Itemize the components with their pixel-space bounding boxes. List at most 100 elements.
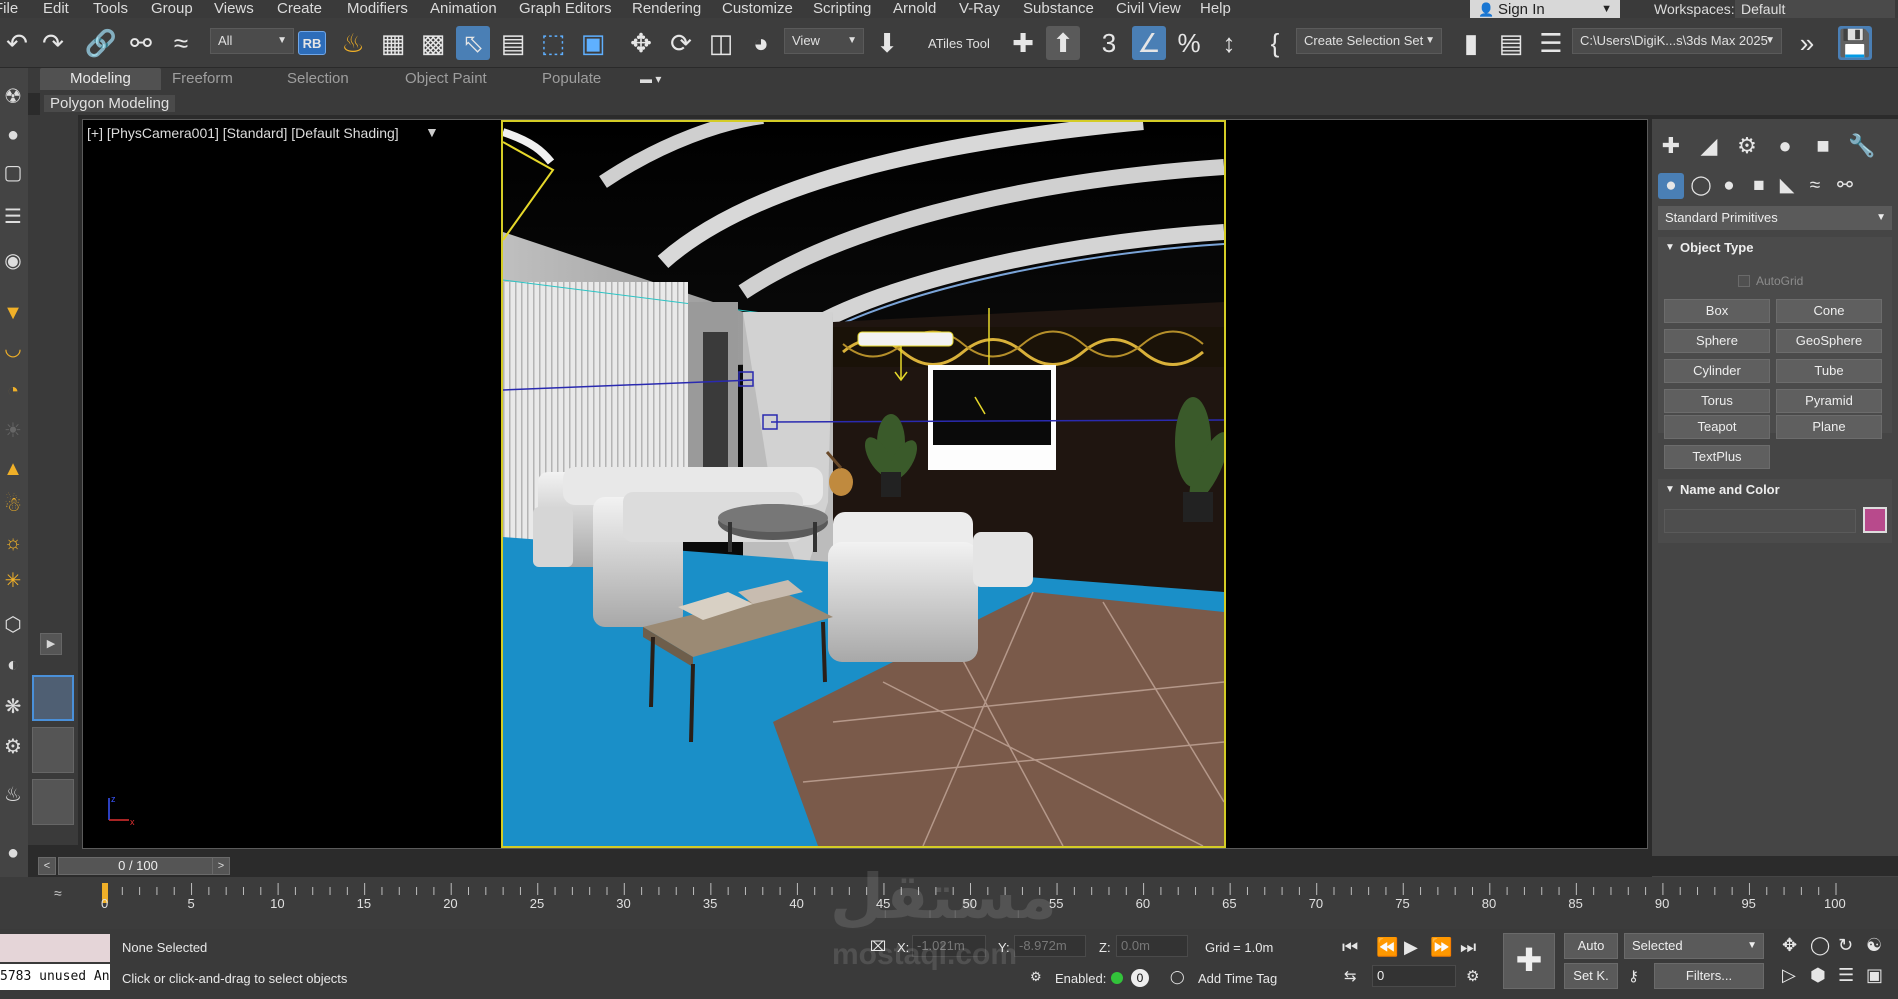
percent-snap-icon[interactable]: % [1172,26,1206,60]
render-element-icon[interactable]: ⚙ [0,734,26,760]
hierarchy-tab-icon[interactable]: ⚙ [1734,133,1760,159]
rectangular-selection-icon[interactable]: ⬚ [536,26,570,60]
link-icon[interactable]: 🔗 [84,26,118,60]
tab-modeling[interactable]: Modeling [40,68,161,90]
unlink-icon[interactable]: ⚯ [124,26,158,60]
menu-graph-editors[interactable]: Graph Editors [519,0,612,17]
filter-icon[interactable]: ▼ [425,124,439,140]
time-slider-handle[interactable]: 0 / 100 [58,857,218,875]
field-of-view-icon[interactable]: ▷ [1782,965,1796,986]
select-by-name-icon[interactable]: ▦ [376,26,410,60]
more-tools-icon[interactable]: » [1790,26,1824,60]
fur-icon[interactable]: ◐ [0,652,26,678]
layout-tab-2[interactable] [32,727,74,773]
geosphere-button[interactable]: GeoSphere [1776,329,1882,353]
sign-in-dropdown[interactable]: 👤 Sign In ▼ [1470,0,1620,20]
object-color-swatch[interactable] [1863,507,1887,533]
expand-arrow-icon[interactable]: ▶ [40,633,62,655]
autogrid-checkbox[interactable] [1738,275,1750,287]
y-coordinate-field[interactable]: -8.972m [1014,935,1086,957]
named-selection-set-dropdown[interactable]: Create Selection Set ▼ [1296,28,1442,54]
menu-modifiers[interactable]: Modifiers [347,0,408,17]
spinner-snap-icon[interactable]: ↕ [1212,26,1246,60]
scale-icon[interactable]: ◫ [704,26,738,60]
project-folder-dropdown[interactable]: C:\Users\DigiK...s\3ds Max 2025 ▼ [1572,28,1782,54]
motion-tab-icon[interactable]: ● [1772,133,1798,159]
select-object-icon[interactable]: ⬁ [456,26,490,60]
tab-object-paint[interactable]: Object Paint [405,68,487,90]
track-bar[interactable]: ≈ 0 5 10 15 20 25 30 35 40 45 50 55 60 65 70 75 80 85 90 95… [0,877,1898,929]
menu-file[interactable]: File [0,0,18,17]
polygon-modeling-label[interactable]: Polygon Modeling [44,95,176,112]
layer-explorer-icon[interactable]: ☰ [1534,26,1568,60]
bind-space-warp-icon[interactable]: ≈ [164,26,198,60]
cone-button[interactable]: Cone [1776,299,1882,323]
menu-arnold[interactable]: Arnold [893,0,936,17]
prev-frame-button[interactable]: < [38,857,56,875]
box-button[interactable]: Box [1664,299,1770,323]
key-filter-dropdown[interactable]: Selected ▼ [1624,933,1764,959]
menu-rendering[interactable]: Rendering [632,0,701,17]
select-from-scene-icon[interactable]: ▩ [416,26,450,60]
pivot-center-icon[interactable]: ⬇ [870,26,904,60]
tab-selection[interactable]: Selection [287,68,349,90]
menu-customize[interactable]: Customize [722,0,793,17]
absolute-mode-icon[interactable]: ⌧ [870,938,886,955]
z-coordinate-field[interactable]: 0.0m [1116,935,1188,957]
ribbon-options-icon[interactable]: ▬ ▾ [640,68,661,90]
enabled-indicator[interactable] [1111,972,1123,984]
x-coordinate-field[interactable]: -1.021m [912,935,986,957]
plane-button[interactable]: Plane [1776,415,1882,439]
sphere-button[interactable]: Sphere [1664,329,1770,353]
next-frame-button[interactable]: > [212,857,230,875]
rb-button[interactable]: RB [298,31,326,55]
cylinder-button[interactable]: Cylinder [1664,359,1770,383]
menu-civil-view[interactable]: Civil View [1116,0,1181,17]
key-filters-button[interactable]: Filters... [1654,963,1764,989]
space-warps-icon[interactable]: ≈ [1802,173,1828,199]
modify-tab-icon[interactable]: ◢ [1696,133,1722,159]
create-tab-icon[interactable]: ✚ [1658,133,1684,159]
maxscript-output[interactable]: 5783 unused An [0,964,110,990]
primitive-category-dropdown[interactable]: Standard Primitives ▼ [1658,206,1892,230]
box-icon[interactable]: ▢ [0,160,26,186]
utilities-tab-icon[interactable]: 🔧 [1848,133,1875,159]
light-lister-icon[interactable]: ☃ [0,492,26,518]
atiles-tool-button[interactable]: ATiles Tool [928,36,990,51]
spotlight-icon[interactable]: ▼ [0,300,26,326]
ies-light-icon[interactable]: ▲ [0,456,26,482]
place-icon[interactable]: ◕ [744,26,778,60]
pan-view-icon[interactable]: ☯ [1866,935,1882,956]
maxscript-listener-input[interactable] [0,934,110,962]
shapes-icon[interactable]: ◯ [1688,173,1714,199]
mesh-light-icon[interactable]: ☀ [0,418,26,444]
object-name-field[interactable] [1664,509,1856,533]
reference-coord-dropdown[interactable]: View ▼ [784,28,864,54]
menu-tools[interactable]: Tools [93,0,128,17]
menu-substance[interactable]: Substance [1023,0,1094,17]
walk-through-icon[interactable]: ↻ [1838,935,1853,956]
sphere-icon[interactable]: ● [0,122,26,148]
pyramid-button[interactable]: Pyramid [1776,389,1882,413]
helpers-icon[interactable]: ◣ [1774,173,1800,199]
menu-scripting[interactable]: Scripting [813,0,871,17]
sphere-light-icon[interactable]: ◔ [0,378,26,404]
systems-icon[interactable]: ⚯ [1832,173,1858,199]
maximize-viewport-icon[interactable]: ▣ [1866,965,1883,986]
name-color-header[interactable]: ▼ Name and Color [1658,479,1892,501]
menu-group[interactable]: Group [151,0,193,17]
zoom-extents-icon[interactable]: ✥ [1782,935,1797,956]
mirror-icon[interactable]: ▮ [1454,26,1488,60]
menu-edit[interactable]: Edit [43,0,69,17]
torus-button[interactable]: Torus [1664,389,1770,413]
lights-icon[interactable]: ● [1716,173,1742,199]
angle-snap-icon[interactable]: ∠ [1132,26,1166,60]
teapot-icon[interactable]: ☢ [0,84,26,110]
save-scene-icon[interactable]: 💾 [1838,26,1872,60]
move-icon[interactable]: ✥ [624,26,658,60]
time-tag-icon[interactable]: ◯ [1170,969,1185,985]
fire-icon[interactable]: ♨ [0,782,26,808]
align-icon[interactable]: ▤ [1494,26,1528,60]
redo-icon[interactable]: ↷ [36,26,70,60]
menu-views[interactable]: Views [214,0,254,17]
